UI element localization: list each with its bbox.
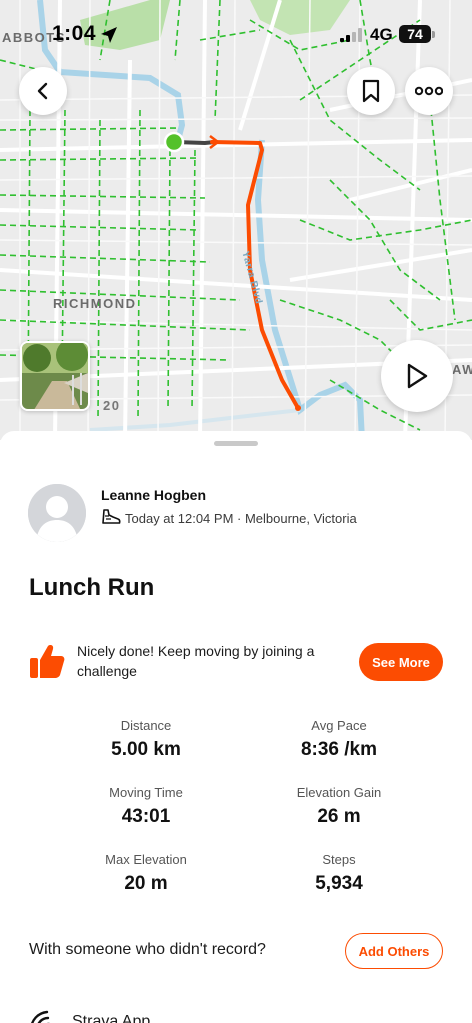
stat-label: Moving Time [109, 785, 183, 800]
shoe-icon [101, 508, 121, 531]
stat-label: Distance [120, 718, 172, 733]
stat-value: 43:01 [121, 806, 171, 827]
see-more-button[interactable]: See More [359, 643, 443, 681]
stat-label: Steps [322, 852, 356, 867]
map-label-richmond: RICHMOND [53, 296, 137, 311]
route-map[interactable]: ABBOTS RICHMOND 20 Yarra Blvd AWT 1:04 4… [0, 0, 472, 440]
bookmark-button[interactable] [347, 67, 395, 115]
back-button[interactable] [19, 67, 67, 115]
map-label-edge: AWT [452, 362, 472, 377]
more-dots-icon [415, 86, 443, 96]
chevron-left-icon [37, 82, 48, 100]
battery-icon: 74 [399, 25, 431, 43]
stat-value: 8:36 /km [300, 739, 378, 760]
play-icon [407, 363, 428, 389]
device-name: Strava App [72, 1013, 151, 1023]
status-bar: 1:04 4G 74 [0, 0, 472, 64]
stat-value: 26 m [317, 806, 361, 827]
battery-level: 74 [407, 26, 423, 42]
cellular-signal-icon [340, 28, 366, 47]
stat-avg-pace: Avg Pace 8:36 /km [249, 718, 429, 761]
activity-photo-thumbnail[interactable] [20, 341, 90, 411]
stat-label: Elevation Gain [296, 785, 382, 800]
avatar[interactable] [28, 484, 86, 542]
stat-label: Avg Pace [311, 718, 367, 733]
stat-moving-time: Moving Time 43:01 [56, 785, 236, 828]
add-others-prompt: With someone who didn't record? [29, 941, 266, 958]
athlete-name[interactable]: Leanne Hogben [101, 487, 206, 503]
stat-steps: Steps 5,934 [249, 852, 429, 895]
sheet-grabber-handle[interactable] [214, 441, 258, 446]
strava-app-icon [29, 1006, 59, 1023]
stat-value: 5,934 [315, 873, 363, 894]
activity-title: Lunch Run [29, 574, 155, 601]
stat-distance: Distance 5.00 km [56, 718, 236, 761]
photo-image [22, 343, 88, 409]
stat-elevation-gain: Elevation Gain 26 m [249, 785, 429, 828]
battery-tip [432, 31, 435, 38]
stat-value: 20 m [124, 873, 168, 894]
play-flyover-button[interactable] [381, 340, 453, 412]
default-avatar-icon [28, 484, 86, 542]
more-options-button[interactable] [405, 67, 453, 115]
bookmark-icon [362, 79, 380, 103]
location-arrow-icon [100, 26, 118, 49]
thumbs-up-icon [28, 642, 66, 687]
stat-value: 5.00 km [111, 739, 181, 760]
challenge-promo-text: Nicely done! Keep moving by joining a ch… [77, 643, 315, 679]
activity-meta: Today at 12:04 PM · Melbourne, Victoria [125, 511, 357, 526]
stat-max-elevation: Max Elevation 20 m [56, 852, 236, 895]
stat-label: Max Elevation [105, 852, 187, 867]
status-time: 1:04 [52, 22, 97, 45]
network-type: 4G [370, 25, 393, 44]
map-label-road-number: 20 [103, 398, 121, 413]
activity-detail-sheet: Leanne Hogben Today at 12:04 PM · Melbou… [0, 431, 472, 1023]
add-others-button[interactable]: Add Others [345, 933, 443, 969]
